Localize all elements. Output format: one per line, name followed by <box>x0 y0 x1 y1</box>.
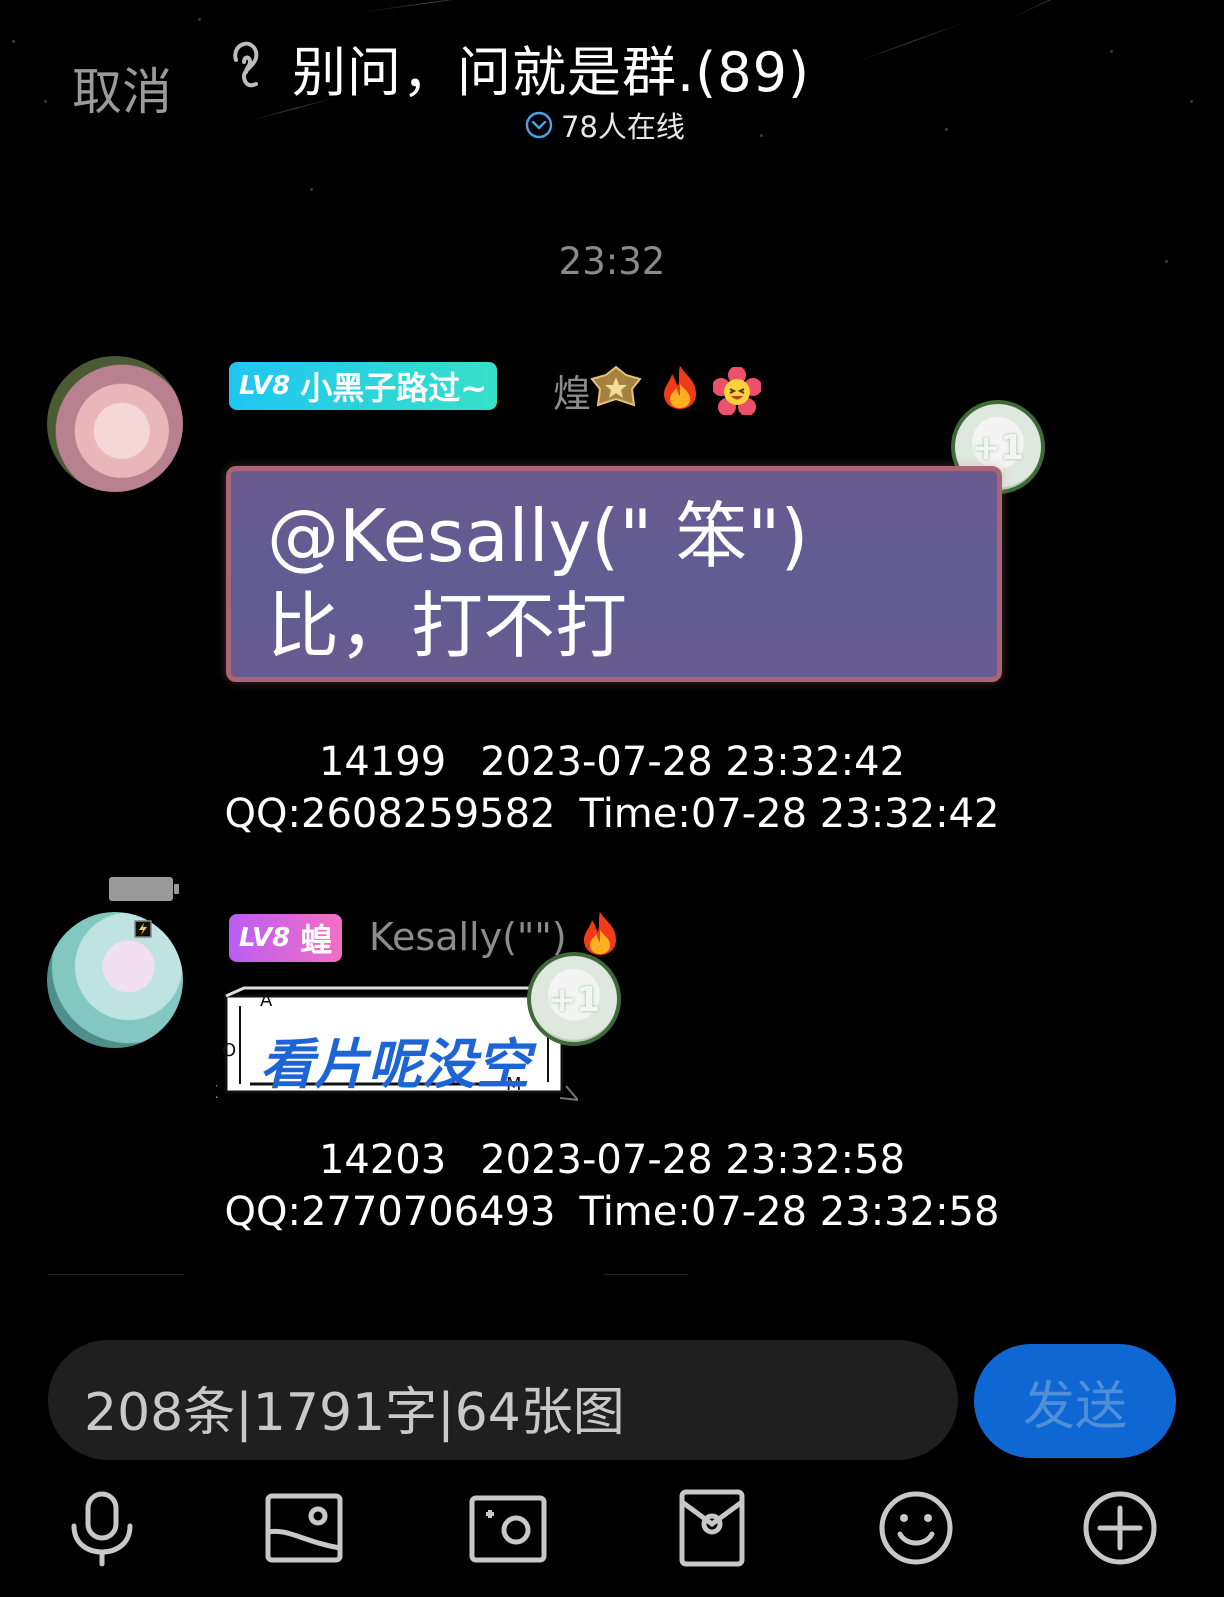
message-text-line: 比，打不打 <box>267 584 628 668</box>
chevron-down-icon <box>525 111 553 139</box>
avatar[interactable] <box>47 356 183 492</box>
battery-icon <box>109 877 179 901</box>
frame-letter: A <box>260 990 273 1011</box>
message-id: 14199 <box>318 739 447 785</box>
frame-letter: O <box>222 1040 236 1061</box>
input-value: 208条|1791字|64张图 <box>84 1383 625 1443</box>
sender-qq: QQ:2770706493 <box>224 1189 556 1235</box>
level-label: LV8 <box>239 371 291 401</box>
crest-icon <box>590 365 642 407</box>
plus-one-sticker[interactable]: +1 <box>527 952 621 1046</box>
microphone-icon[interactable] <box>62 1488 142 1568</box>
message-input[interactable]: 208条|1791字|64张图 <box>48 1340 958 1460</box>
honor-title: 煌 <box>553 372 592 416</box>
plus-one-label: +1 <box>971 428 1025 468</box>
plus-icon[interactable] <box>1080 1488 1160 1568</box>
send-button[interactable]: 发送 <box>974 1344 1176 1458</box>
level-label: LV8 <box>239 923 291 953</box>
time-separator: 23:32 <box>558 240 666 283</box>
member-badge[interactable]: LV8 蝗 <box>229 914 343 962</box>
emoji-icon[interactable] <box>876 1488 956 1568</box>
divider <box>48 1274 184 1275</box>
message-text-line: @Kesally(" 笨") <box>267 494 809 578</box>
message-time: Time:07-28 23:32:58 <box>579 1189 1000 1235</box>
group-title[interactable]: 别问，问就是群.(89) <box>292 28 810 107</box>
flame-icon <box>584 912 616 955</box>
message-meta: 14203 2023-07-28 23:32:58 QQ:2770706493 Ti… <box>0 1134 1224 1238</box>
message-bubble[interactable]: @Kesally(" 笨") 比，打不打 <box>226 466 1002 682</box>
camera-icon[interactable] <box>468 1488 548 1568</box>
member-badge[interactable]: LV8 小黑子路过~ <box>229 362 498 410</box>
member-title: 小黑子路过~ <box>300 369 488 407</box>
divider <box>604 1274 688 1275</box>
sender-qq: QQ:2608259582 <box>224 791 556 837</box>
image-icon[interactable] <box>264 1488 344 1568</box>
message-time: Time:07-28 23:32:42 <box>579 791 1000 837</box>
charging-icon <box>134 920 152 938</box>
message-datetime: 2023-07-28 23:32:42 <box>480 739 906 785</box>
flower-emoji-icon <box>713 367 761 415</box>
online-count: 78人在线 <box>561 110 685 144</box>
ear-icon[interactable] <box>226 38 270 90</box>
message-text: 看片呢没空 <box>260 1033 530 1096</box>
message-id: 14203 <box>318 1137 447 1183</box>
frame-letter: X <box>216 1082 218 1102</box>
avatar[interactable] <box>47 912 183 1048</box>
sender-name[interactable]: Kesally("") <box>369 915 567 959</box>
plus-one-label: +1 <box>547 980 601 1020</box>
red-packet-icon[interactable] <box>672 1488 752 1568</box>
flame-icon <box>664 366 696 409</box>
message-datetime: 2023-07-28 23:32:58 <box>480 1137 906 1183</box>
online-status[interactable]: 78人在线 <box>525 104 685 146</box>
member-title: 蝗 <box>300 921 333 959</box>
message-meta: 14199 2023-07-28 23:32:42 QQ:2608259582 Ti… <box>0 736 1224 840</box>
cancel-button[interactable]: 取消 <box>72 52 172 124</box>
